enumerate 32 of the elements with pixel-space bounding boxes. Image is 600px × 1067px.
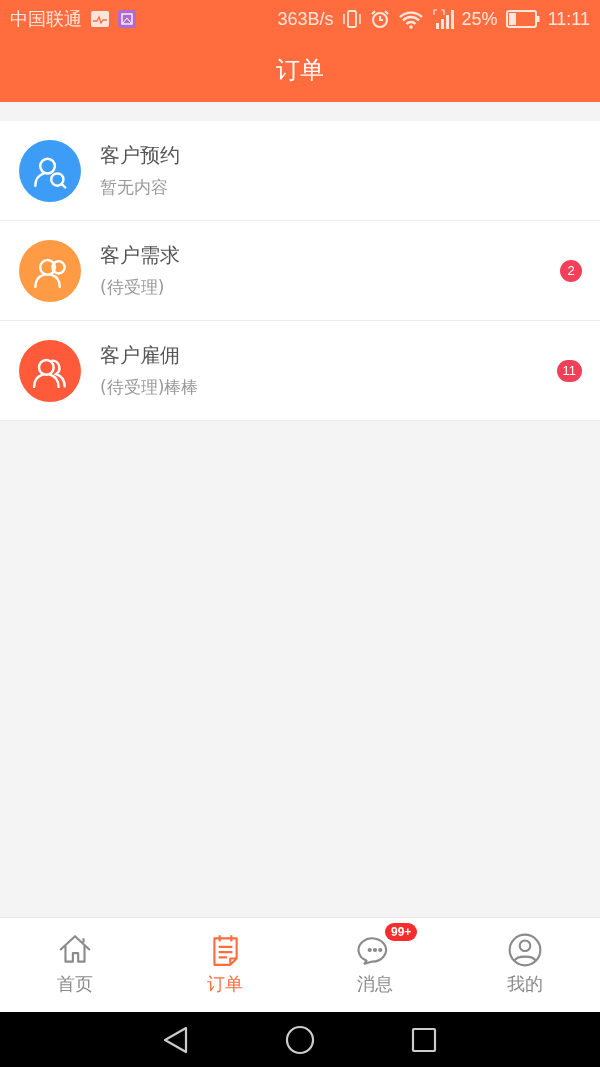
carrier-name: 中国联通 (10, 8, 82, 31)
order-row[interactable]: 客户预约 暂无内容 (0, 121, 600, 221)
battery-icon (505, 10, 540, 28)
order-status: 暂无内容 (100, 176, 169, 199)
count-badge: 2 (560, 259, 582, 282)
order-status: (待受理) (100, 276, 166, 299)
network-speed: 363B/s (277, 8, 334, 30)
battery-percent: 25% (461, 8, 498, 30)
tab-button[interactable]: 首页 (0, 918, 150, 1012)
heart-monitor-icon (90, 10, 110, 28)
vibrate-icon (341, 9, 362, 29)
count-badge: 11 (556, 359, 582, 382)
clock-time: 11:11 (547, 8, 590, 30)
tab-button[interactable]: 99+ 消息 (300, 918, 450, 1012)
order-row[interactable]: 客户雇佣 (待受理)棒棒 11 (0, 321, 600, 421)
tab-button[interactable]: 我的 (450, 918, 600, 1012)
home-circle-icon[interactable] (285, 1024, 315, 1055)
image-icon (118, 10, 136, 28)
order-row[interactable]: 客户需求 (待受理) 2 (0, 221, 600, 321)
order-title: 客户需求 (100, 242, 181, 269)
user-circle-icon (507, 932, 543, 968)
page-title: 订单 (276, 55, 324, 86)
signal-icon (431, 8, 454, 30)
recents-square-icon[interactable] (411, 1026, 437, 1053)
order-status: (待受理)棒棒 (100, 376, 200, 399)
order-title: 客户雇佣 (100, 342, 181, 369)
order-title: 客户预约 (100, 142, 181, 169)
back-icon[interactable] (163, 1025, 189, 1054)
alarm-clock-icon (369, 9, 390, 29)
wifi-icon (397, 9, 424, 29)
count-badge: 99+ (385, 923, 418, 941)
tab-button[interactable]: 订单 (150, 918, 300, 1012)
